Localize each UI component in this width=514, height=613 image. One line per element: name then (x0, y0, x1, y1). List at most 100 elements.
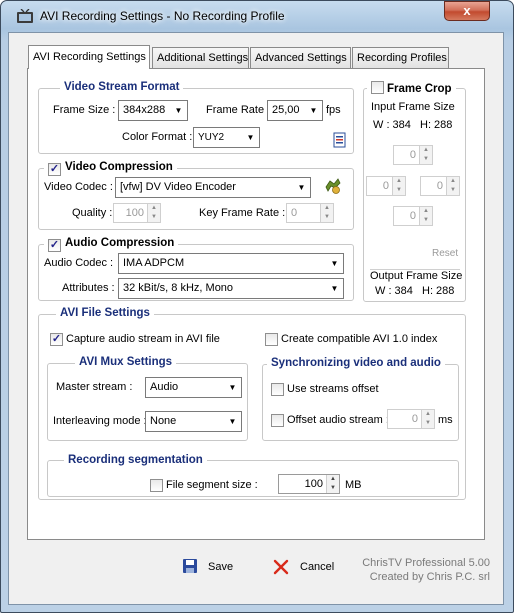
frame-size-select[interactable]: 384x288 ▼ (118, 100, 188, 121)
color-format-select[interactable]: YUY2 ▼ (193, 127, 260, 148)
dropdown-arrow-icon: ▼ (330, 259, 339, 268)
interleaving-mode-select[interactable]: None ▼ (145, 411, 242, 432)
offset-audio-label: Offset audio stream : (287, 414, 389, 426)
quality-spinbox[interactable]: 100 ▲ ▼ (113, 203, 161, 223)
close-icon: x (463, 3, 471, 18)
interleaving-mode-label: Interleaving mode : (53, 415, 147, 427)
window-title: AVI Recording Settings - No Recording Pr… (40, 9, 285, 23)
sync-group (262, 364, 459, 441)
crop-top-spinbox[interactable]: 0 ▲ ▼ (393, 145, 433, 165)
quality-label: Quality : (72, 207, 113, 219)
crop-right-spinbox[interactable]: 0 ▲ ▼ (420, 176, 460, 196)
frame-size-value: 384x288 (123, 104, 166, 116)
spin-arrows-icon[interactable]: ▲ ▼ (392, 177, 405, 195)
offset-audio-value: 0 (411, 413, 418, 425)
video-codec-value: [vfw] DV Video Encoder (120, 181, 236, 193)
interleaving-mode-value: None (150, 415, 177, 427)
frame-crop-checkbox[interactable] (371, 81, 384, 94)
tab-label: Recording Profiles (357, 52, 447, 64)
video-compression-title: Video Compression (65, 161, 173, 173)
attributes-select[interactable]: 32 kBit/s, 8 kHz, Mono ▼ (118, 278, 344, 299)
video-stream-format-title: Video Stream Format (60, 81, 184, 93)
product-name: ChrisTV Professional 5.00 (362, 557, 490, 569)
capture-audio-label: Capture audio stream in AVI file (66, 333, 220, 345)
output-height: H: 288 (422, 285, 455, 297)
capture-audio-checkbox[interactable]: ✓ (50, 333, 63, 346)
quality-value: 100 (125, 207, 144, 219)
tab-advanced-settings[interactable]: Advanced Settings (250, 47, 351, 68)
use-streams-offset-label: Use streams offset (287, 383, 379, 395)
info-icon[interactable] (333, 132, 347, 148)
spin-arrows-icon[interactable]: ▲ ▼ (326, 475, 339, 493)
app-icon (17, 9, 33, 23)
audio-compression-header: ✓ Audio Compression (44, 237, 179, 252)
video-compression-header: ✓ Video Compression (44, 161, 177, 176)
file-segment-unit: MB (345, 479, 362, 491)
master-stream-value: Audio (150, 381, 179, 393)
title-bar[interactable]: AVI Recording Settings - No Recording Pr… (0, 0, 512, 32)
cancel-button[interactable]: Cancel (271, 556, 341, 578)
spin-arrows-icon[interactable]: ▲ ▼ (147, 204, 160, 222)
reset-button[interactable]: Reset (432, 248, 458, 259)
dropdown-arrow-icon: ▼ (228, 383, 237, 392)
frame-rate-select[interactable]: 25,00 ▼ (267, 100, 323, 121)
dropdown-arrow-icon: ▼ (228, 417, 237, 426)
attributes-value: 32 kBit/s, 8 kHz, Mono (123, 282, 234, 294)
offset-audio-spinbox[interactable]: 0 ▲ ▼ (387, 409, 435, 429)
color-format-value: YUY2 (198, 132, 225, 143)
use-streams-offset-checkbox[interactable] (271, 383, 284, 396)
audio-codec-select[interactable]: IMA ADPCM ▼ (118, 253, 344, 274)
crop-left-value: 0 (382, 180, 389, 192)
dropdown-arrow-icon: ▼ (174, 106, 183, 115)
video-compression-checkbox[interactable]: ✓ (48, 163, 61, 176)
input-width: W : 384 (373, 119, 411, 131)
spin-arrows-icon[interactable]: ▲ ▼ (419, 207, 432, 225)
file-segment-spinbox[interactable]: 100 ▲ ▼ (278, 474, 340, 494)
dropdown-arrow-icon: ▼ (246, 133, 255, 142)
spin-arrows-icon[interactable]: ▲ ▼ (421, 410, 434, 428)
attributes-label: Attributes : (62, 282, 115, 294)
tab-additional-settings[interactable]: Additional Settings (152, 47, 249, 68)
tab-label: Additional Settings (157, 52, 249, 64)
input-frame-size-label: Input Frame Size (371, 101, 455, 113)
offset-audio-checkbox[interactable] (271, 414, 284, 427)
sync-title: Synchronizing video and audio (267, 357, 445, 369)
fps-label: fps (326, 104, 341, 116)
video-codec-select[interactable]: [vfw] DV Video Encoder ▼ (115, 177, 311, 198)
dropdown-arrow-icon: ▼ (330, 284, 339, 293)
tab-recording-profiles[interactable]: Recording Profiles (352, 47, 449, 68)
frame-size-label: Frame Size : (53, 104, 116, 116)
spin-arrows-icon[interactable]: ▲ ▼ (446, 177, 459, 195)
crop-bottom-spinbox[interactable]: 0 ▲ ▼ (393, 206, 433, 226)
key-frame-rate-value: 0 (291, 207, 298, 219)
frame-crop-title: Frame Crop (387, 83, 452, 95)
save-button[interactable]: Save (180, 556, 240, 578)
key-frame-rate-spinbox[interactable]: 0 ▲ ▼ (286, 203, 334, 223)
close-button[interactable]: x (444, 1, 490, 21)
frame-rate-label: Frame Rate : (206, 104, 271, 116)
cancel-icon (273, 559, 289, 575)
audio-compression-checkbox[interactable]: ✓ (48, 239, 61, 252)
cancel-label: Cancel (300, 561, 335, 573)
compatible-index-label: Create compatible AVI 1.0 index (281, 333, 438, 345)
plugin-icon[interactable] (322, 177, 342, 195)
tab-label: Advanced Settings (255, 52, 347, 64)
tab-avi-recording-settings[interactable]: AVI Recording Settings (28, 45, 150, 69)
spin-arrows-icon[interactable]: ▲ ▼ (320, 204, 333, 222)
key-frame-rate-label: Key Frame Rate : (199, 207, 286, 219)
save-label: Save (208, 561, 234, 573)
avi-mux-settings-title: AVI Mux Settings (75, 356, 177, 368)
compatible-index-checkbox[interactable] (265, 333, 278, 346)
video-codec-label: Video Codec : (44, 181, 113, 193)
spin-arrows-icon[interactable]: ▲ ▼ (419, 146, 432, 164)
master-stream-select[interactable]: Audio ▼ (145, 377, 242, 398)
save-icon (183, 559, 197, 573)
file-segment-checkbox[interactable] (150, 479, 163, 492)
crop-left-spinbox[interactable]: 0 ▲ ▼ (366, 176, 406, 196)
color-format-label: Color Format : (122, 131, 193, 143)
recording-segmentation-title: Recording segmentation (64, 454, 207, 466)
offset-unit-label: ms (438, 414, 453, 426)
crop-right-value: 0 (436, 180, 443, 192)
output-frame-size-label: Output Frame Size (370, 269, 463, 282)
tab-label: AVI Recording Settings (33, 51, 146, 63)
